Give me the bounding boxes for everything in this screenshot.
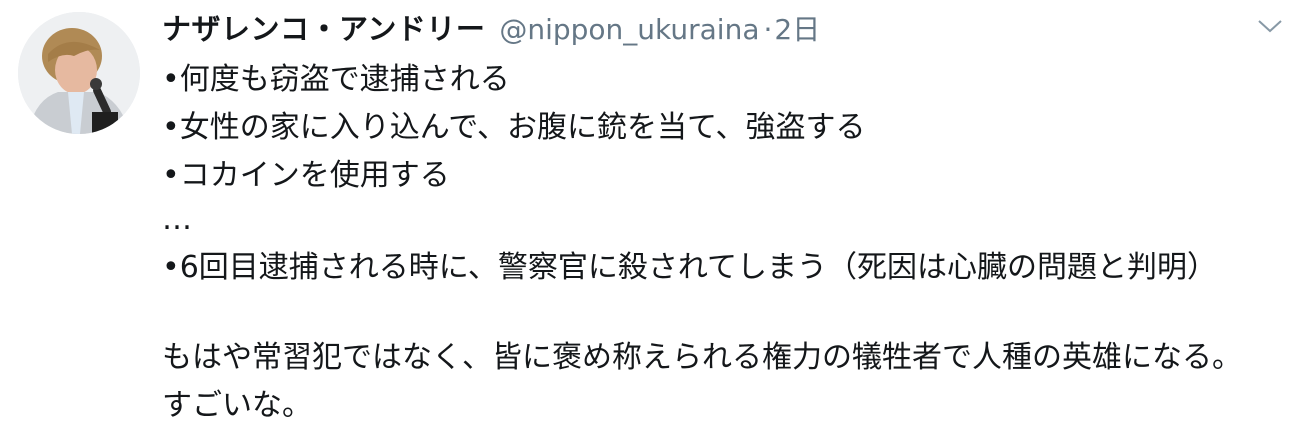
tweet-card[interactable]: ナザレンコ・アンドリー @nippon_ukuraina · 2日 •何度も窃盗… — [0, 0, 1290, 425]
header-separator: · — [763, 13, 773, 46]
tweet-header: ナザレンコ・アンドリー @nippon_ukuraina · 2日 — [162, 6, 820, 48]
tweet-menu-button[interactable] — [1256, 16, 1284, 36]
tweet-line: •コカインを使用する — [162, 158, 450, 193]
avatar-photo-icon — [18, 12, 140, 134]
tweet-line: •6回目逮捕される時に、警察官に殺されてしまう（死因は心臓の問題と判明） — [162, 250, 1217, 285]
tweet-line: •何度も窃盗で逮捕される — [162, 62, 510, 97]
tweet-line-ellipsis: … — [162, 202, 192, 237]
tweet-body: •何度も窃盗で逮捕される •女性の家に入り込んで、お腹に銃を当て、強盗する •コ… — [162, 56, 1272, 425]
tweet-timestamp[interactable]: 2日 — [774, 8, 820, 48]
tweet-paragraph: もはや常習犯ではなく、皆に褒め称えられる権力の犠牲者で人種の英雄になる。すごいな… — [162, 340, 1242, 423]
author-avatar[interactable] — [18, 12, 140, 134]
author-handle[interactable]: @nippon_ukuraina — [499, 13, 759, 46]
chevron-down-icon — [1258, 20, 1282, 33]
author-display-name[interactable]: ナザレンコ・アンドリー — [162, 6, 485, 48]
tweet-line: •女性の家に入り込んで、お腹に銃を当て、強盗する — [162, 110, 866, 145]
